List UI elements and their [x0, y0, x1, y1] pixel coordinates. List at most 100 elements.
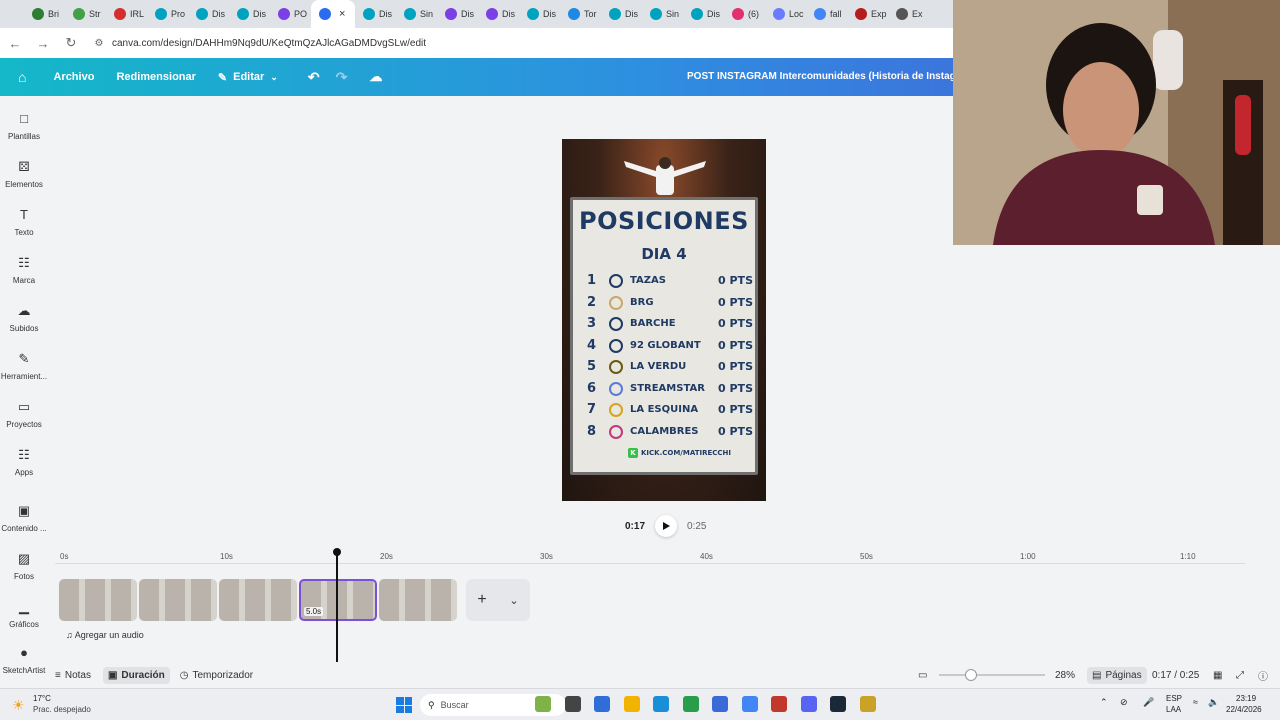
help-icon[interactable]: ⓘ	[1258, 668, 1268, 683]
forward-icon[interactable]: →	[36, 36, 50, 51]
undo-icon[interactable]: ↶	[308, 69, 320, 86]
sidebar-item[interactable]: ⚄ Elementos	[0, 160, 48, 190]
browser-tab[interactable]: Dis	[519, 0, 560, 28]
playhead-handle[interactable]	[333, 548, 341, 556]
microphone-icon[interactable]: 🎤	[1143, 697, 1154, 708]
edit-menu-button[interactable]: ✎ Editar ⌄	[218, 71, 278, 84]
timeline-clip[interactable]	[139, 579, 217, 621]
sidebar-item[interactable]: ☷ Apps	[0, 448, 48, 478]
duration-button[interactable]: ▣ Duración	[102, 666, 170, 684]
edge-icon[interactable]	[653, 696, 669, 712]
wifi-icon[interactable]: ≈	[1193, 697, 1198, 707]
fit-icon[interactable]: ▭	[918, 670, 927, 681]
steam-icon[interactable]	[830, 696, 846, 712]
timer-button[interactable]: ◷ Temporizador	[180, 670, 253, 681]
calendar-icon[interactable]	[712, 696, 728, 712]
file-menu-button[interactable]: Archivo	[53, 71, 94, 83]
sidebar-item[interactable]: T Texto	[0, 208, 48, 238]
redo-icon[interactable]: ↷	[336, 69, 348, 86]
browser-tab[interactable]: Str	[65, 0, 106, 28]
home-icon[interactable]: ⌂	[18, 69, 26, 85]
notes-button[interactable]: ≡ Notas	[55, 670, 91, 681]
add-audio-button[interactable]: ♫ Agregar un audio	[66, 630, 144, 640]
lang-top[interactable]: ESP	[1166, 694, 1182, 703]
browser-tab[interactable]: (6)	[724, 0, 765, 28]
play-button[interactable]	[655, 515, 678, 537]
timeline-clip[interactable]	[59, 579, 137, 621]
resize-button[interactable]: Redimensionar	[116, 71, 195, 83]
browser-tab[interactable]: Sin	[642, 0, 683, 28]
app-icon[interactable]	[771, 696, 787, 712]
volume-icon[interactable]: 🔈	[1208, 697, 1219, 708]
browser-tab[interactable]: Pro	[147, 0, 188, 28]
timeline-tick: 1:10	[1180, 552, 1196, 561]
weather-desc[interactable]: Prac. despejado	[33, 705, 91, 714]
browser-tab[interactable]: Dis	[355, 0, 396, 28]
browser-tab[interactable]: Ex	[888, 0, 929, 28]
browser-tab[interactable]: IRL	[106, 0, 147, 28]
zoom-slider[interactable]	[939, 669, 1045, 681]
browser-tab[interactable]: PO	[270, 0, 311, 28]
sidebar-item[interactable]: ✎ Herramient...	[0, 352, 48, 382]
pages-button[interactable]: ▤ Páginas	[1087, 666, 1147, 684]
team-logo-icon	[609, 274, 623, 288]
browser-tab[interactable]: Dis	[601, 0, 642, 28]
timeline-clip[interactable]: 5.0s	[299, 579, 377, 621]
timeline-clip[interactable]	[219, 579, 297, 621]
cloud-save-icon[interactable]: ☁	[369, 69, 382, 85]
start-icon[interactable]	[396, 697, 412, 713]
browser-tab[interactable]: Exp	[847, 0, 888, 28]
browser-tab[interactable]: Tor	[560, 0, 601, 28]
sidebar-item[interactable]: ☁ Subidos	[0, 304, 48, 334]
store-icon[interactable]	[594, 696, 610, 712]
app-icon[interactable]	[564, 696, 581, 712]
close-tab-icon[interactable]: ×	[339, 8, 345, 20]
browser-tab[interactable]: Dis	[188, 0, 229, 28]
tray-chevron-icon[interactable]: ⌃	[1100, 697, 1108, 708]
weather-temp[interactable]: 17°C	[33, 694, 51, 703]
design-canvas[interactable]: POSICIONES DIA 4 1 TAZAS 0 PTS 2 BRG 0 PTS 3 BA…	[562, 139, 766, 501]
landscape-app-icon[interactable]	[535, 696, 551, 712]
zoom-value[interactable]: 28%	[1055, 670, 1075, 681]
url-field[interactable]: canva.com/design/DAHHm9Nq9dU/KeQtmQzAJlc…	[112, 38, 426, 49]
back-icon[interactable]: ←	[8, 36, 22, 51]
browser-tab[interactable]: Loc	[765, 0, 806, 28]
sidebar-item[interactable]: ▨ Fotos	[0, 552, 48, 582]
browser-tab[interactable]: fall	[806, 0, 847, 28]
browser-tab[interactable]: Dis	[683, 0, 724, 28]
tray-icon[interactable]: ⊘	[1120, 697, 1128, 708]
zoom-slider-handle[interactable]	[965, 669, 977, 681]
browser-tab[interactable]: ×	[311, 0, 355, 28]
row-team: CALAMBRES	[630, 425, 699, 437]
sidebar-item[interactable]: ▭ Proyectos	[0, 400, 48, 430]
playhead[interactable]	[333, 548, 341, 662]
add-page-button[interactable]: +	[477, 591, 486, 609]
tab-label: Dis	[253, 9, 266, 19]
site-info-icon[interactable]: ⚙	[92, 38, 106, 49]
sidebar-item[interactable]: ▣ Contenido ...	[0, 504, 48, 534]
chrome-icon[interactable]	[682, 696, 699, 712]
browser-tab[interactable]: Sin	[396, 0, 437, 28]
folder-icon[interactable]	[623, 696, 640, 712]
sidebar-item[interactable]: ● SketchArtist	[0, 646, 48, 676]
clock-time[interactable]: 23:19	[1236, 694, 1256, 703]
sidebar-item[interactable]: ▁ Gráficos	[0, 600, 48, 630]
chevron-down-icon[interactable]: ⌄	[509, 594, 518, 607]
lang-bottom[interactable]: LAA	[1166, 705, 1181, 714]
discord-icon[interactable]	[800, 696, 817, 712]
browser-tab[interactable]: Dis	[437, 0, 478, 28]
weather-icon[interactable]: ☀	[12, 697, 25, 714]
browser-tab[interactable]: Dis	[229, 0, 270, 28]
design-title[interactable]: POST INSTAGRAM Intercomunidades (Histori…	[687, 71, 974, 82]
fullscreen-icon[interactable]: ⤢	[1236, 670, 1244, 681]
reload-icon[interactable]: ↻	[64, 35, 78, 51]
grid-view-icon[interactable]: ▦	[1213, 670, 1222, 681]
timeline-clip[interactable]	[379, 579, 457, 621]
app-icon[interactable]	[859, 696, 876, 712]
chrome-profile-icon[interactable]	[741, 696, 758, 712]
sidebar-item[interactable]: ☷ Marca	[0, 256, 48, 286]
browser-tab[interactable]: Bri	[24, 0, 65, 28]
sidebar-item[interactable]: □ Plantillas	[0, 112, 48, 142]
browser-tab[interactable]: Dis	[478, 0, 519, 28]
clock-date[interactable]: 22/4/2026	[1226, 705, 1262, 714]
